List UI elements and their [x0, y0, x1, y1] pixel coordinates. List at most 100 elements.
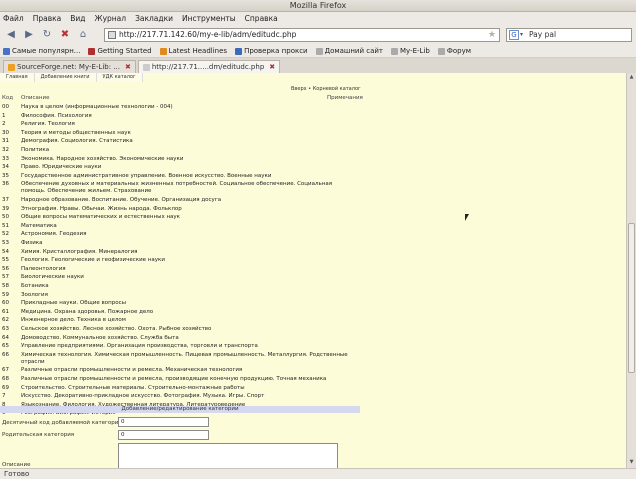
tab-editudc[interactable]: http://217.71.....dm/editudc.php ✖ [137, 60, 281, 73]
bookmark-latest-headlines[interactable]: Latest Headlines [159, 47, 227, 55]
row-description-link[interactable]: Государственное административное управле… [21, 173, 351, 180]
table-row[interactable]: 37 Народное образование. Воспитание. Обуч… [0, 197, 360, 204]
close-icon[interactable]: ✖ [125, 63, 131, 71]
row-description-link[interactable]: Религия. Теология [21, 121, 351, 128]
table-row[interactable]: 60 Прикладные науки. Общие вопросы [0, 300, 360, 307]
table-row[interactable]: 67 Различные отрасли промышленности и рем… [0, 367, 360, 374]
row-description-link[interactable]: Этнография. Нравы. Обычаи. Жизнь народа.… [21, 206, 351, 213]
table-row[interactable]: 35 Государственное административное управ… [0, 173, 360, 180]
scroll-up-icon[interactable]: ▲ [627, 74, 636, 82]
search-engine-icon[interactable]: G [509, 30, 519, 40]
row-description-link[interactable]: Искусство. Декоративно-прикладное искусс… [21, 393, 351, 400]
row-description-link[interactable]: Ботаника [21, 283, 351, 290]
row-description-link[interactable]: Медицина. Охрана здоровья. Пожарное дело [21, 309, 351, 316]
row-description-link[interactable]: Право. Юридические науки [21, 164, 351, 171]
bookmark-star-icon[interactable]: ★ [488, 29, 496, 41]
row-description-link[interactable]: Различные отрасли промышленности и ремес… [21, 367, 351, 374]
row-description-link[interactable]: Общие вопросы математических и естествен… [21, 214, 351, 221]
menu-tools[interactable]: Инструменты [182, 14, 236, 23]
table-row[interactable]: 56 Палеонтология [0, 266, 360, 273]
table-row[interactable]: 65 Управление предприятиями. Организация … [0, 343, 360, 350]
table-row[interactable]: 2 Религия. Теология [0, 121, 360, 128]
bookmark-most-visited[interactable]: Самые популярн... [3, 47, 80, 55]
back-icon[interactable]: ◀ [4, 28, 18, 42]
row-description-link[interactable]: Математика [21, 223, 351, 230]
bookmark-my-e-lib[interactable]: My-E-Lib [391, 47, 430, 55]
table-row[interactable]: 30 Теория и методы общественных наук [0, 130, 360, 137]
table-row[interactable]: 52 Астрономия. Геодезия [0, 231, 360, 238]
table-row[interactable]: 00 Наука в целом (информационные технолог… [0, 104, 360, 111]
nav-link-udc-catalog[interactable]: УДК каталог [96, 73, 143, 82]
table-row[interactable]: 51 Математика [0, 223, 360, 230]
stop-icon[interactable]: ✖ [58, 28, 72, 42]
row-description-link[interactable]: Теория и методы общественных наук [21, 130, 351, 137]
table-row[interactable]: 57 Биологические науки [0, 274, 360, 281]
description-textarea[interactable] [118, 443, 338, 468]
table-row[interactable]: 50 Общие вопросы математических и естеств… [0, 214, 360, 221]
table-row[interactable]: 36 Обеспечение духовных и материальных жи… [0, 181, 360, 195]
row-description-link[interactable]: Управление предприятиями. Организация пр… [21, 343, 351, 350]
table-row[interactable]: 54 Химия. Кристаллография. Минералогия [0, 249, 360, 256]
category-code-input[interactable]: 0 [118, 417, 209, 427]
menu-history[interactable]: Журнал [95, 14, 127, 23]
row-description-link[interactable]: Биологические науки [21, 274, 351, 281]
bookmark-getting-started[interactable]: Getting Started [88, 47, 152, 55]
scroll-down-icon[interactable]: ▼ [627, 459, 636, 467]
table-row[interactable]: 31 Демография. Социология. Статистика [0, 138, 360, 145]
row-description-link[interactable]: Домоводство. Коммунальное хозяйство. Слу… [21, 335, 351, 342]
table-row[interactable]: 32 Политика [0, 147, 360, 154]
row-description-link[interactable]: Политика [21, 147, 351, 154]
table-row[interactable]: 64 Домоводство. Коммунальное хозяйство. С… [0, 335, 360, 342]
scrollbar-thumb[interactable] [628, 223, 635, 373]
row-description-link[interactable]: Сельское хозяйство. Лесное хозяйство. Ох… [21, 326, 351, 333]
forward-icon[interactable]: ▶ [22, 28, 36, 42]
table-row[interactable]: 59 Зоология [0, 292, 360, 299]
table-row[interactable]: 69 Строительство. Строительные материалы.… [0, 385, 360, 392]
row-description-link[interactable]: Обеспечение духовных и материальных жизн… [21, 181, 351, 195]
search-input[interactable]: Pay pal [529, 30, 556, 39]
menu-file[interactable]: Файл [3, 14, 24, 23]
table-row[interactable]: 33 Экономика. Народное хозяйство. Экономи… [0, 156, 360, 163]
row-description-link[interactable]: Наука в целом (информационные технологии… [21, 104, 351, 111]
row-description-link[interactable]: Строительство. Строительные материалы. С… [21, 385, 351, 392]
row-description-link[interactable]: Физика [21, 240, 351, 247]
search-bar[interactable]: G ▾ Pay pal [506, 28, 632, 42]
row-description-link[interactable]: Астрономия. Геодезия [21, 231, 351, 238]
row-description-link[interactable]: Химическая технология. Химическая промыш… [21, 352, 351, 366]
table-row[interactable]: 68 Различные отрасли промышленности и рем… [0, 376, 360, 383]
bookmark-proxy-check[interactable]: Проверка прокси [235, 47, 308, 55]
reload-icon[interactable]: ↻ [40, 28, 54, 42]
menu-bookmarks[interactable]: Закладки [135, 14, 173, 23]
table-row[interactable]: 53 Физика [0, 240, 360, 247]
parent-category-input[interactable]: 0 [118, 430, 209, 440]
row-description-link[interactable]: Различные отрасли промышленности и ремес… [21, 376, 351, 383]
table-row[interactable]: 39 Этнография. Нравы. Обычаи. Жизнь народ… [0, 206, 360, 213]
table-row[interactable]: 61 Медицина. Охрана здоровья. Пожарное де… [0, 309, 360, 316]
row-description-link[interactable]: Химия. Кристаллография. Минералогия [21, 249, 351, 256]
row-description-link[interactable]: Философия. Психология [21, 113, 351, 120]
row-description-link[interactable]: Инженерное дело. Техника в целом [21, 317, 351, 324]
table-row[interactable]: 34 Право. Юридические науки [0, 164, 360, 171]
menu-view[interactable]: Вид [70, 14, 85, 23]
table-row[interactable]: 1 Философия. Психология [0, 113, 360, 120]
table-row[interactable]: 66 Химическая технология. Химическая пром… [0, 352, 360, 366]
table-row[interactable]: 58 Ботаника [0, 283, 360, 290]
bookmark-forum[interactable]: Форум [437, 47, 471, 55]
table-row[interactable]: 63 Сельское хозяйство. Лесное хозяйство. … [0, 326, 360, 333]
table-row[interactable]: 55 Геология. Геологические и геофизически… [0, 257, 360, 264]
row-description-link[interactable]: Прикладные науки. Общие вопросы [21, 300, 351, 307]
bookmark-home-site[interactable]: Домашний сайт [315, 47, 383, 55]
chevron-down-icon[interactable]: ▾ [520, 29, 523, 41]
vertical-scrollbar[interactable]: ▲ ▼ [626, 73, 636, 468]
row-description-link[interactable]: Демография. Социология. Статистика [21, 138, 351, 145]
row-description-link[interactable]: Народное образование. Воспитание. Обучен… [21, 197, 351, 204]
close-icon[interactable]: ✖ [269, 63, 275, 71]
table-row[interactable]: 62 Инженерное дело. Техника в целом [0, 317, 360, 324]
nav-link-home[interactable]: Главная [0, 73, 35, 82]
tab-sourceforge[interactable]: SourceForge.net: My-E-Lib: ... ✖ [3, 60, 136, 73]
nav-link-add-book[interactable]: Добавление книги [34, 73, 97, 82]
table-row[interactable]: 7 Искусство. Декоративно-прикладное искус… [0, 393, 360, 400]
row-description-link[interactable]: Геология. Геологические и геофизические … [21, 257, 351, 264]
menu-edit[interactable]: Правка [33, 14, 62, 23]
row-description-link[interactable]: Экономика. Народное хозяйство. Экономиче… [21, 156, 351, 163]
